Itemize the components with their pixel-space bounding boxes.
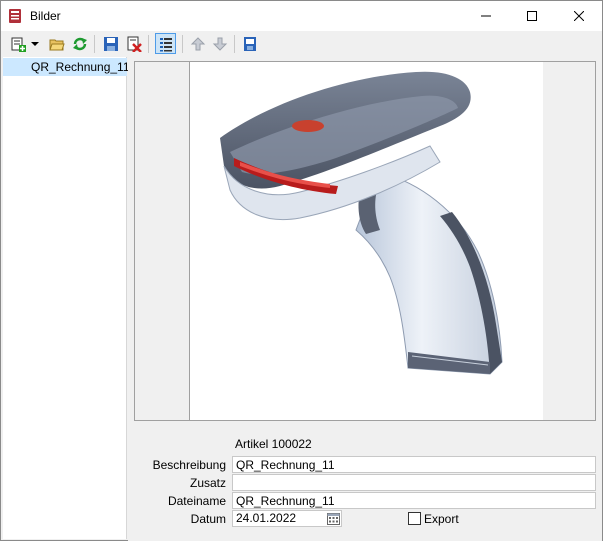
image-list[interactable]: QR_Rechnung_11: [3, 57, 130, 539]
minimize-button[interactable]: [463, 1, 509, 31]
close-icon: [574, 11, 584, 21]
barcode-scanner-image: [220, 71, 503, 375]
maximize-button[interactable]: [509, 1, 555, 31]
move-up-button[interactable]: [189, 35, 207, 53]
open-button[interactable]: [48, 35, 66, 53]
dateiname-input[interactable]: [232, 492, 596, 509]
new-button[interactable]: [9, 35, 27, 53]
export-button[interactable]: [241, 35, 259, 53]
refresh-icon: [73, 37, 87, 51]
detail-panel: Artikel 100022 Beschreibung Zusatz Datei…: [128, 57, 602, 541]
dateiname-label: Dateiname: [167, 494, 226, 508]
minimize-icon: [481, 15, 491, 17]
save-icon: [104, 37, 118, 51]
new-icon: [11, 37, 26, 52]
article-label: Artikel 100022: [235, 437, 312, 451]
image-preview: [189, 62, 543, 420]
zusatz-input[interactable]: [232, 474, 596, 491]
datum-input[interactable]: 24.01.2022: [232, 510, 342, 527]
export-icon: [244, 37, 256, 51]
beschreibung-input[interactable]: [232, 456, 596, 473]
toolbar-separator: [182, 35, 183, 53]
list-item-label: QR_Rechnung_11: [31, 60, 130, 74]
new-dropdown-button[interactable]: [30, 35, 40, 53]
list-view-button[interactable]: [155, 33, 176, 54]
list-item[interactable]: QR_Rechnung_11: [3, 58, 130, 76]
bilder-window: Bilder QR_Rechnung_11 Artikel 100022 Bes…: [0, 0, 603, 541]
export-checkbox[interactable]: [408, 512, 421, 525]
export-label: Export: [424, 512, 459, 526]
datum-value: 24.01.2022: [236, 511, 297, 525]
datum-label: Datum: [190, 512, 226, 526]
toolbar: [1, 31, 602, 57]
title-bar: Bilder: [1, 1, 602, 31]
open-folder-icon: [49, 39, 65, 51]
beschreibung-label: Beschreibung: [152, 458, 226, 472]
close-button[interactable]: [556, 1, 602, 31]
window-title: Bilder: [30, 9, 61, 23]
move-down-icon: [212, 37, 228, 51]
move-up-icon: [190, 37, 206, 51]
move-down-button[interactable]: [211, 35, 229, 53]
save-button[interactable]: [102, 35, 120, 53]
delete-button[interactable]: [125, 35, 143, 53]
refresh-button[interactable]: [71, 35, 89, 53]
calendar-button[interactable]: [327, 512, 340, 525]
dropdown-arrow-icon: [31, 42, 39, 46]
image-preview-frame: [134, 61, 596, 421]
maximize-icon: [527, 11, 537, 21]
toolbar-separator: [94, 35, 95, 53]
app-icon: [7, 8, 23, 24]
delete-icon: [127, 36, 142, 52]
toolbar-separator: [148, 35, 149, 53]
list-view-icon: [159, 37, 172, 51]
toolbar-separator: [234, 35, 235, 53]
calendar-icon: [327, 513, 340, 525]
zusatz-label: Zusatz: [189, 476, 226, 490]
